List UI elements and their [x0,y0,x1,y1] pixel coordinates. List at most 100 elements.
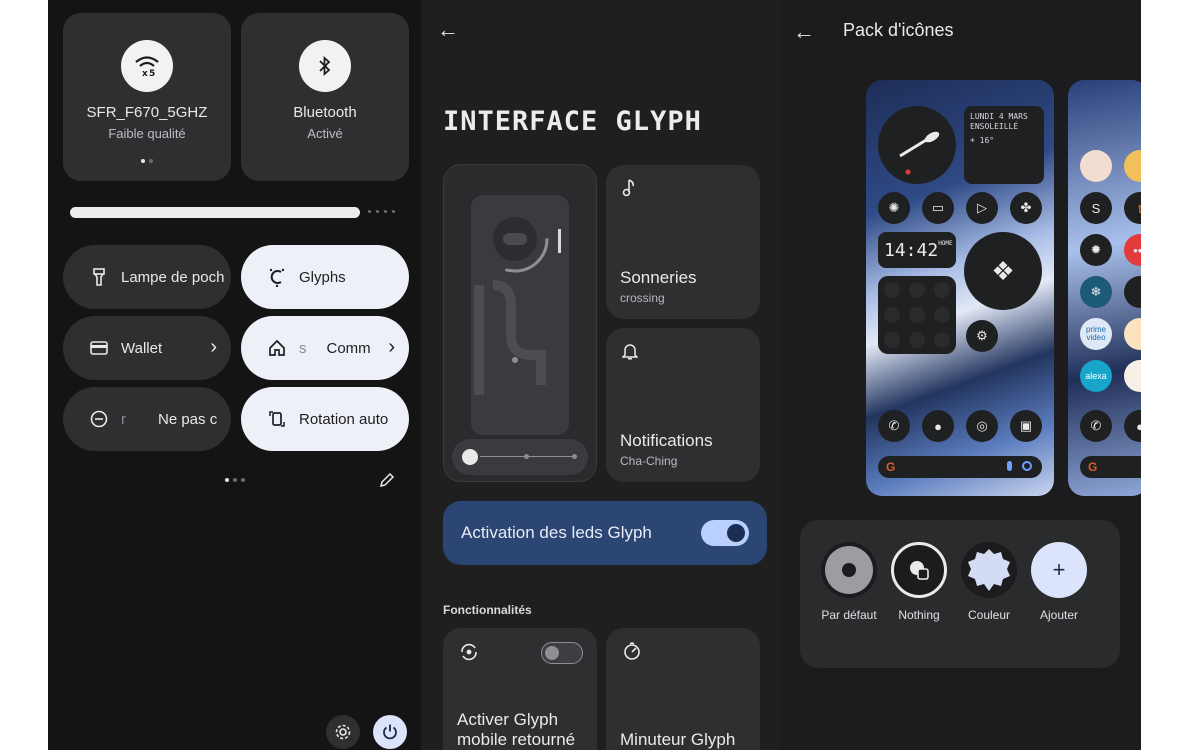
wheel-app-icon[interactable] [1124,360,1141,392]
google-g-icon: G [1088,460,1098,474]
home-icon [267,338,287,358]
time-text: 14:42 [884,240,939,261]
alexa-app-icon[interactable]: alexa [1080,360,1112,392]
auto-rotate-tile[interactable]: Rotation auto [241,387,409,451]
glyphs-label: Glyphs [299,268,346,286]
clover-app-icon[interactable]: ✤ [1010,192,1042,224]
svg-text:x: x [142,69,148,77]
power-icon[interactable] [373,715,407,749]
chrome-app-icon[interactable]: ◎ [966,410,998,442]
messages-app-icon[interactable]: ● [1124,410,1141,442]
settings-gear-icon[interactable] [326,715,360,749]
home-prefix-text: s [299,339,307,357]
home-preview-main[interactable]: LUNDI 4 MARS ENSOLEILLÉ ☀ 16° ✺ ▭ ▷ ✤ 14… [866,80,1054,496]
search-bar[interactable]: G [1080,456,1141,478]
home-controls-tile[interactable]: s Comm › [241,316,409,380]
avatar-app-icon[interactable] [1080,150,1112,182]
time-tag: HOME [938,240,953,247]
bluetooth-icon [299,40,351,92]
flip-to-glyph-tile[interactable]: Activer Glyph mobile retourné [443,628,597,750]
option-label: Ajouter [1039,608,1079,622]
page-indicator [225,478,245,482]
screenshot-stage: x5 SFR_F670_5GHZ Faible qualité Bluetoot… [0,0,1200,750]
page-title: Pack d'icônes [843,20,954,40]
pinwheel-app-icon[interactable]: ✺ [878,192,910,224]
clock-widget [878,106,956,184]
edit-pencil-icon[interactable] [379,472,395,488]
back-arrow-icon[interactable]: ← [437,18,461,42]
option-nothing[interactable]: Nothing [891,542,947,622]
back-arrow-icon[interactable]: ← [793,20,817,44]
date-weather-widget: LUNDI 4 MARS ENSOLEILLÉ ☀ 16° [964,106,1044,184]
phone-app-icon[interactable]: ✆ [878,410,910,442]
home-preview-second[interactable]: S t ✹ ••• ❄ prime video alexa ✆ ● G [1068,80,1141,496]
notifications-subtitle: Cha-Ching [620,454,678,468]
mic-icon [1007,461,1012,471]
phone-app-icon[interactable]: ✆ [1080,410,1112,442]
flip-label: Activer Glyph mobile retourné [457,710,576,749]
misc-app-icon[interactable] [1124,276,1141,308]
chevron-right-icon: › [210,336,217,358]
notifications-tile[interactable]: Notifications Cha-Ching [606,328,760,482]
ringtones-title: Sonneries [620,268,697,287]
wifi-network-name: SFR_F670_5GHZ [86,104,208,121]
bluetooth-tile[interactable]: Bluetooth Activé [241,13,409,181]
brightness-slider[interactable] [70,207,360,218]
chevron-right-icon: › [388,336,395,358]
toggle-dot [884,307,900,323]
default-swatch [821,542,877,598]
glyph-timer-tile[interactable]: Minuteur Glyph [606,628,760,750]
settings-app-icon[interactable]: ⚙ [966,320,998,352]
quick-settings-panel: x5 SFR_F670_5GHZ Faible qualité Bluetoot… [48,0,421,750]
messages-app-icon[interactable]: ● [922,410,954,442]
ringtones-tile[interactable]: Sonneries crossing [606,165,760,319]
wifi-status: Faible qualité [108,126,186,141]
glyph-interface-panel: ← INTERFACE GLYPH Sonneries crossing Not… [421,0,781,750]
do-not-disturb-tile[interactable]: r Ne pas c [63,387,231,451]
glyph-leds-activation-row[interactable]: Activation des leds Glyph [443,501,767,565]
wallet-label: Wallet [121,339,163,357]
glyph-icon [267,267,287,287]
glyph-phone-preview[interactable] [443,164,597,482]
flashlight-label: Lampe de poch [121,268,225,286]
lens-icon [1022,461,1032,471]
icon-pack-panel: ← Pack d'icônes LUNDI 4 MARS ENSOLEILLÉ … [781,0,1141,750]
toggle-dot [909,282,925,298]
dots-app-icon[interactable]: ••• [1124,234,1141,266]
option-label: Couleur [967,608,1011,622]
prime-video-app-icon[interactable]: prime video [1080,318,1112,350]
icon-pack-picker: Par défaut Nothing Couleur + Ajouter [800,520,1120,668]
option-label: Par défaut [821,608,877,622]
option-default[interactable]: Par défaut [821,542,877,622]
wallet-icon [89,338,109,358]
google-g-icon: G [886,460,896,474]
bluetooth-label: Bluetooth [293,104,357,121]
skype-app-icon[interactable]: S [1080,192,1112,224]
camera-app-icon[interactable]: ▭ [922,192,954,224]
toggle-dot [909,307,925,323]
t-app-icon[interactable]: t [1124,192,1141,224]
option-add[interactable]: + Ajouter [1031,542,1087,622]
do-not-disturb-icon [89,409,109,429]
brightness-preview-slider[interactable] [452,439,588,475]
glyphs-tile[interactable]: Glyphs [241,245,409,309]
gear-round-app-icon[interactable]: ✹ [1080,234,1112,266]
option-color[interactable]: Couleur [961,542,1017,622]
food-app-icon[interactable] [1124,318,1141,350]
snowflake-app-icon[interactable]: ❄ [1080,276,1112,308]
flashlight-tile[interactable]: Lampe de poch [63,245,231,309]
youtube-app-icon[interactable]: ▣ [1010,410,1042,442]
slider-thumb[interactable] [462,449,478,465]
slider-stop-dot [572,454,577,459]
flip-toggle[interactable] [541,642,583,664]
play-store-app-icon[interactable]: ▷ [966,192,998,224]
wifi-tile[interactable]: x5 SFR_F670_5GHZ Faible qualité [63,13,231,181]
wallet-tile[interactable]: Wallet › [63,316,231,380]
activation-toggle[interactable] [701,520,749,546]
toggle-knob [545,646,559,660]
tile-pager [141,159,153,163]
dnd-label: Ne pas c [158,410,218,428]
search-bar[interactable]: G [878,456,1042,478]
wifi-x-icon: x5 [121,40,173,92]
smile-app-icon[interactable] [1124,150,1141,182]
